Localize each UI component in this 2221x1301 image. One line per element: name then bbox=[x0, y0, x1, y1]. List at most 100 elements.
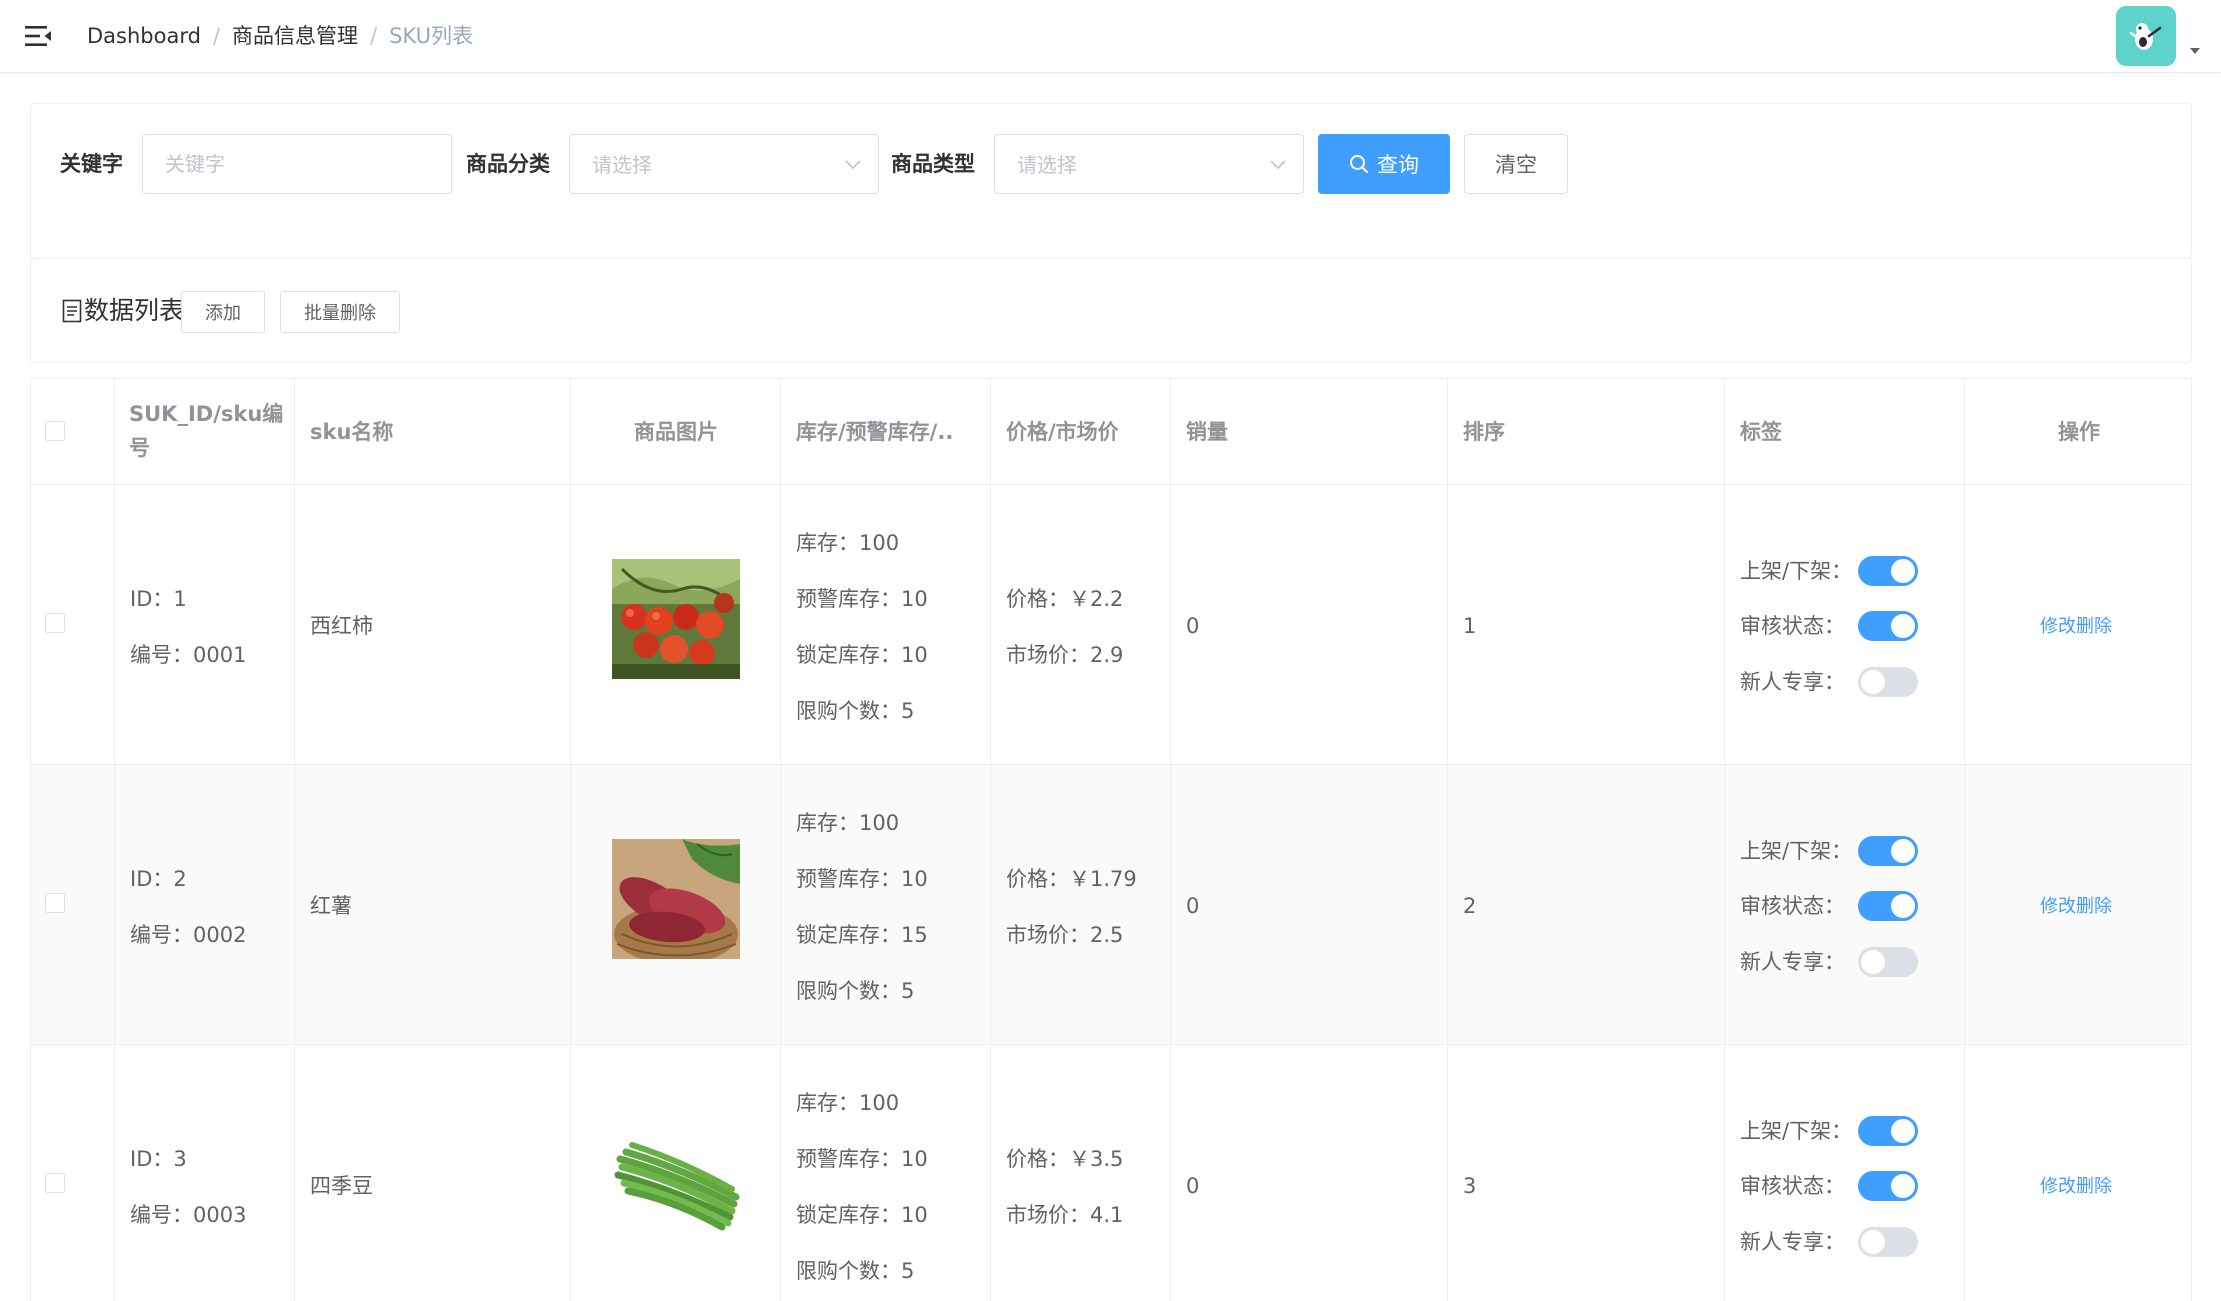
header-sales: 销量 bbox=[1186, 420, 1228, 444]
table-row: ID：2 编号：0002 红薯 库存：100 预警库存：10 锁定库存：15 限… bbox=[31, 765, 2191, 1045]
sort-value: 3 bbox=[1463, 1174, 1477, 1198]
switch-knob bbox=[1891, 559, 1915, 583]
chevron-down-icon bbox=[845, 160, 861, 170]
cell-id: ID：3 编号：0003 bbox=[115, 1045, 295, 1301]
category-select-placeholder: 请选择 bbox=[592, 153, 652, 177]
delete-link[interactable]: 删除 bbox=[2076, 1176, 2112, 1197]
caret-down-icon[interactable] bbox=[2189, 46, 2201, 56]
switch-knob bbox=[1891, 1174, 1915, 1198]
sku-code: 编号：0001 bbox=[130, 643, 247, 667]
header-sort: 排序 bbox=[1463, 420, 1505, 444]
cell-actions: 修改删除 bbox=[1965, 1045, 2191, 1301]
cell-price: 价格：￥3.5 市场价：4.1 bbox=[991, 1045, 1171, 1301]
row-actions: 修改删除 bbox=[2040, 1172, 2112, 1198]
header-cell-id: SUK_ID/sku编号 bbox=[115, 379, 295, 484]
breadcrumb-dashboard[interactable]: Dashboard bbox=[87, 24, 201, 48]
cell-sort: 2 bbox=[1448, 765, 1725, 1044]
audit-switch[interactable] bbox=[1858, 1171, 1918, 1201]
cell-sales: 0 bbox=[1171, 1045, 1448, 1301]
row-checkbox[interactable] bbox=[45, 613, 65, 633]
user-avatar[interactable] bbox=[2116, 6, 2176, 66]
breadcrumb-separator: / bbox=[370, 24, 378, 48]
product-image bbox=[612, 559, 740, 679]
green-beans-image bbox=[612, 1119, 740, 1239]
add-button[interactable]: 添加 bbox=[181, 291, 265, 333]
stock-text: 库存：100 bbox=[796, 531, 900, 555]
delete-link[interactable]: 删除 bbox=[2076, 896, 2112, 917]
cell-image bbox=[571, 485, 781, 764]
edit-link[interactable]: 修改 bbox=[2040, 896, 2076, 917]
category-select[interactable]: 请选择 bbox=[569, 134, 879, 194]
cell-tags: 上架/下架： 审核状态： 新人专享： bbox=[1725, 1045, 1965, 1301]
edit-link[interactable]: 修改 bbox=[2040, 616, 2076, 637]
newuser-switch[interactable] bbox=[1858, 667, 1918, 697]
product-image bbox=[612, 839, 740, 959]
newuser-switch[interactable] bbox=[1858, 1227, 1918, 1257]
newuser-label: 新人专享： bbox=[1740, 950, 1845, 974]
sku-name: 红薯 bbox=[310, 894, 352, 918]
sku-name: 西红柿 bbox=[310, 614, 373, 638]
limit-text: 限购个数：5 bbox=[796, 979, 915, 1003]
data-list-title: 数据列表 bbox=[84, 296, 185, 325]
cell-select bbox=[31, 765, 115, 1044]
breadcrumb-separator: / bbox=[212, 24, 221, 48]
sku-id: ID：1 bbox=[130, 587, 187, 611]
cell-stock: 库存：100 预警库存：10 锁定库存：10 限购个数：5 bbox=[781, 1045, 991, 1301]
audit-switch[interactable] bbox=[1858, 611, 1918, 641]
audit-switch[interactable] bbox=[1858, 891, 1918, 921]
search-panel: 关键字 商品分类 请选择 商品类型 请选择 查询 清空 bbox=[30, 103, 2192, 259]
edit-link[interactable]: 修改 bbox=[2040, 1176, 2076, 1197]
breadcrumb-product-info[interactable]: 商品信息管理 bbox=[232, 24, 358, 48]
newuser-label: 新人专享： bbox=[1740, 670, 1845, 694]
sku-table: SUK_ID/sku编号 sku名称 商品图片 库存/预警库存/.. 价格/市场… bbox=[30, 378, 2192, 1301]
delete-link[interactable]: 删除 bbox=[2076, 616, 2112, 637]
clear-button[interactable]: 清空 bbox=[1464, 134, 1568, 194]
tomato-image bbox=[612, 559, 740, 679]
header-cell-sort: 排序 bbox=[1448, 379, 1725, 484]
cell-price: 价格：￥2.2 市场价：2.9 bbox=[991, 485, 1171, 764]
avatar-icon bbox=[2129, 23, 2162, 50]
keyword-input[interactable] bbox=[142, 134, 452, 194]
switch-knob bbox=[1861, 950, 1885, 974]
onsale-switch[interactable] bbox=[1858, 836, 1918, 866]
cell-select bbox=[31, 1045, 115, 1301]
onsale-label: 上架/下架： bbox=[1740, 559, 1853, 583]
sku-id: ID：3 bbox=[130, 1147, 187, 1171]
cell-tags: 上架/下架： 审核状态： 新人专享： bbox=[1725, 485, 1965, 764]
batch-delete-button[interactable]: 批量删除 bbox=[280, 291, 400, 333]
header-cell-actions: 操作 bbox=[1965, 379, 2191, 484]
sales-value: 0 bbox=[1186, 614, 1200, 638]
header-cell-stock: 库存/预警库存/.. bbox=[781, 379, 991, 484]
header-image: 商品图片 bbox=[634, 420, 718, 444]
sales-value: 0 bbox=[1186, 1174, 1200, 1198]
switch-knob bbox=[1891, 614, 1915, 638]
warn-stock-text: 预警库存：10 bbox=[796, 1147, 928, 1171]
breadcrumb: Dashboard / 商品信息管理 / SKU列表 bbox=[87, 21, 473, 51]
onsale-switch[interactable] bbox=[1858, 1116, 1918, 1146]
audit-label: 审核状态： bbox=[1740, 1174, 1845, 1198]
category-label: 商品分类 bbox=[466, 152, 550, 176]
row-checkbox[interactable] bbox=[45, 893, 65, 913]
lock-stock-text: 锁定库存：10 bbox=[796, 643, 928, 667]
select-all-checkbox[interactable] bbox=[45, 421, 65, 441]
sort-value: 1 bbox=[1463, 614, 1477, 638]
cell-sales: 0 bbox=[1171, 485, 1448, 764]
clear-button-label: 清空 bbox=[1495, 153, 1537, 177]
batch-delete-button-label: 批量删除 bbox=[304, 303, 376, 324]
newuser-switch[interactable] bbox=[1858, 947, 1918, 977]
price-text: 价格：￥1.79 bbox=[1006, 867, 1137, 891]
document-list-icon bbox=[62, 299, 82, 323]
query-button[interactable]: 查询 bbox=[1318, 134, 1450, 194]
header-name: sku名称 bbox=[310, 420, 394, 444]
type-select-placeholder: 请选择 bbox=[1017, 153, 1077, 177]
cell-name: 红薯 bbox=[295, 765, 571, 1044]
menu-fold-icon[interactable] bbox=[24, 22, 52, 50]
header-cell-select bbox=[31, 379, 115, 484]
cell-name: 四季豆 bbox=[295, 1045, 571, 1301]
warn-stock-text: 预警库存：10 bbox=[796, 587, 928, 611]
row-checkbox[interactable] bbox=[45, 1173, 65, 1193]
onsale-switch[interactable] bbox=[1858, 556, 1918, 586]
cell-stock: 库存：100 预警库存：10 锁定库存：15 限购个数：5 bbox=[781, 765, 991, 1044]
type-select[interactable]: 请选择 bbox=[994, 134, 1304, 194]
header-cell-tags: 标签 bbox=[1725, 379, 1965, 484]
